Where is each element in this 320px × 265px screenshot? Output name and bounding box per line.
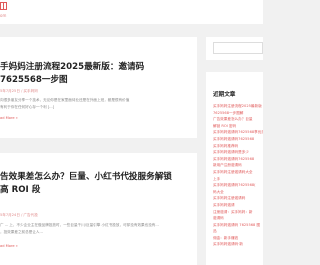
recent-post-link[interactable]: 买手妈妈邀请码是多少 (213, 149, 263, 156)
post-excerpt-line: ，投效果差之前总是让人... (0, 230, 43, 234)
recent-post-link[interactable]: 新用户注册邀请码 (213, 162, 263, 169)
sidebar: 近期文章 买手妈妈注册流程2025最新版 7625568一步图解 广告效果差怎么… (206, 37, 263, 265)
post-excerpt-line: 有利于你在任何好心存一个利 [...] (0, 105, 55, 109)
recent-post-link[interactable]: 佣金：新手赚钱 (213, 235, 263, 242)
read-more-link[interactable]: ad More » (0, 116, 18, 121)
recent-post-link[interactable]: 买手妈妈邀请码 7625568 图 (213, 222, 263, 229)
recent-post-link[interactable]: 买手妈妈邀请码7625568 (213, 136, 263, 143)
post-title-link[interactable]: 手妈妈注册流程2025最新版：邀请码7625568一步图 (0, 61, 180, 87)
recent-post-link[interactable]: 解锁 ROI 密码 (213, 123, 263, 130)
recent-post-link[interactable]: 买手妈妈注册流程2025最新版 (213, 103, 263, 110)
recent-post-link[interactable]: 买手妈妈注册邀请码大全 (213, 169, 263, 176)
recent-post-link[interactable]: 7625568一步图解 (213, 110, 263, 117)
search-input[interactable] (213, 42, 263, 54)
recent-posts-list: 买手妈妈注册流程2025最新版 7625568一步图解 广告效果差怎么办？巨量 … (213, 103, 263, 248)
read-more-link[interactable]: ad More » (0, 244, 18, 249)
post-title-link[interactable]: 告效果差怎么办？巨量、小红书代投服务解锁高 ROI 段 (0, 171, 180, 197)
recent-posts-widget: 近期文章 买手妈妈注册流程2025最新版 7625568一步图解 广告效果差怎么… (206, 72, 263, 265)
recent-post-link[interactable]: 买手妈妈邀请码7625568( (213, 182, 263, 189)
post-meta[interactable]: 5年7月25日 / 买手妈妈 (0, 89, 38, 94)
recent-post-link[interactable]: 广告效果差怎么办？巨量 (213, 116, 263, 123)
site-header: om (0, 0, 263, 24)
post-meta[interactable]: 5年7月24日 / 广告代投 (0, 213, 38, 218)
recent-post-link[interactable]: 买手妈妈邀请 (213, 202, 263, 209)
recent-post-link[interactable]: 上手 (213, 176, 263, 183)
recent-post-link[interactable]: 码大全 (213, 189, 263, 196)
recent-post-link[interactable]: 买手妈妈邀请码7625568享优惠 (213, 129, 263, 136)
post-card: 手妈妈注册流程2025最新版：邀请码7625568一步图 5年7月25日 / 买… (0, 37, 197, 138)
recent-post-link[interactable]: 买手妈妈邀请码7625568 (213, 156, 263, 163)
recent-post-link[interactable]: 买手妈妈注册邀请码 (213, 195, 263, 202)
recent-post-link[interactable]: 买手妈妈推荐码 (213, 143, 263, 150)
site-logo-icon[interactable] (0, 2, 7, 11)
main-content: 手妈妈注册流程2025最新版：邀请码7625568一步图 5年7月25日 / 买… (0, 37, 197, 265)
post-excerpt-line: 向很多朋友分享一个技术，无论你是在家里面待业还是在外面上班，都是很有价值 (0, 98, 130, 102)
post-card: 告效果差怎么办？巨量、小红书代投服务解锁高 ROI 段 5年7月24日 / 广告… (0, 153, 197, 265)
recent-post-link[interactable]: 品 (213, 228, 263, 235)
recent-post-link[interactable]: 邀请码 (213, 215, 263, 222)
widget-title: 近期文章 (213, 92, 236, 98)
post-excerpt-line: 广 ... 上，不少企业主在做品牌投放时，一些巨量千川/巨量引擎 小红书投放，可… (0, 223, 159, 227)
recent-post-link[interactable]: 买手妈妈邀请码·新 (213, 241, 263, 248)
recent-post-link[interactable]: 注册邀请：买手妈妈：新 (213, 209, 263, 216)
site-url[interactable]: om (0, 13, 6, 18)
search-widget (206, 37, 263, 60)
